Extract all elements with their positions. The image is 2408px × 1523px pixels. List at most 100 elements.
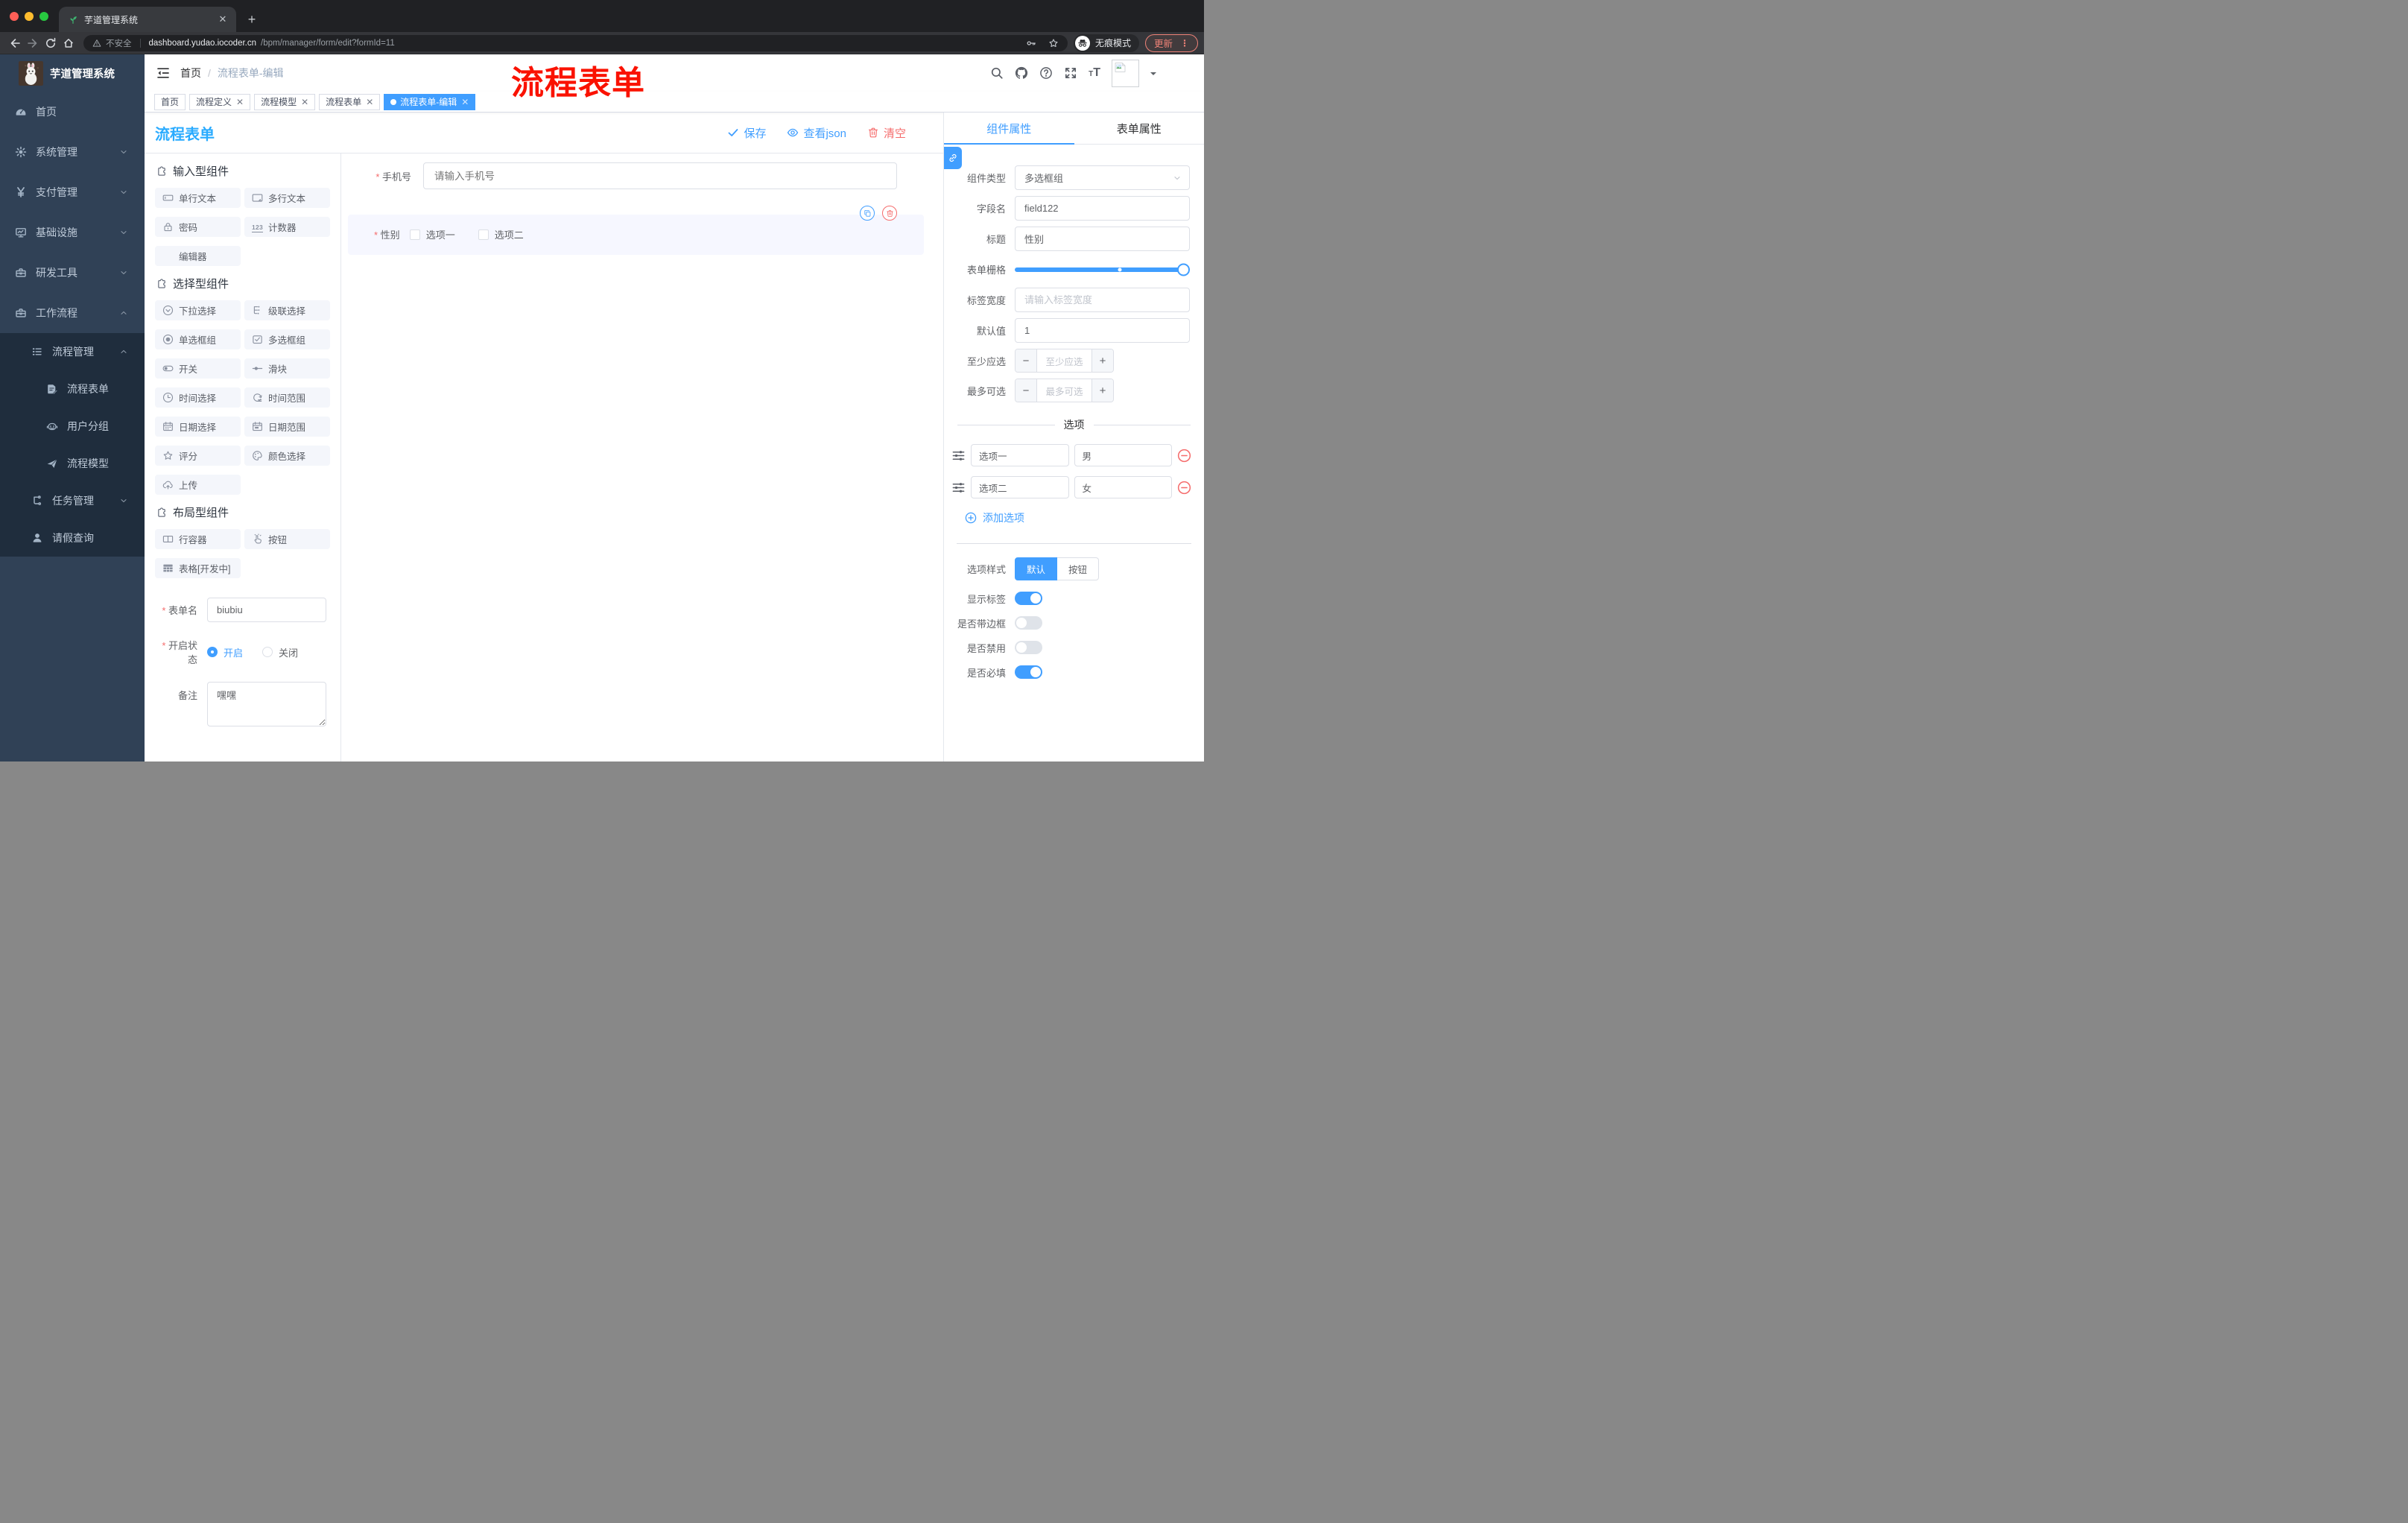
- back-icon[interactable]: [6, 34, 24, 52]
- maximize-window-button[interactable]: [39, 11, 48, 21]
- toggle-show-label[interactable]: [1015, 592, 1042, 605]
- link-tag-button[interactable]: [944, 147, 962, 169]
- remove-option-icon[interactable]: [1177, 481, 1191, 495]
- slider-handle[interactable]: [1177, 263, 1190, 276]
- minus-button[interactable]: −: [1016, 379, 1037, 402]
- toggle-disabled[interactable]: [1015, 641, 1042, 654]
- plus-button[interactable]: +: [1091, 379, 1113, 402]
- palette-item-评分[interactable]: 评分: [155, 446, 241, 466]
- palette-item-开关[interactable]: 开关: [155, 358, 241, 379]
- tag-close-icon[interactable]: ✕: [236, 98, 244, 107]
- palette-item-计数器[interactable]: 123 计数器: [244, 217, 330, 237]
- search-icon[interactable]: [990, 66, 1004, 80]
- sidebar-logo[interactable]: 芋道管理系统: [0, 54, 145, 92]
- help-icon[interactable]: [1039, 66, 1053, 80]
- tag-close-icon[interactable]: ✕: [301, 98, 308, 107]
- sidebar-item-devtools[interactable]: 研发工具: [0, 253, 145, 293]
- palette-item-编辑器[interactable]: 编辑器: [155, 246, 241, 266]
- title-input[interactable]: [1015, 227, 1190, 251]
- sidebar-item-infra[interactable]: 基础设施: [0, 212, 145, 253]
- palette-item-多行文本[interactable]: 多行文本: [244, 188, 330, 208]
- palette-item-时间范围[interactable]: 时间范围: [244, 387, 330, 408]
- form-remark-textarea[interactable]: 嘿嘿: [207, 682, 326, 726]
- home-icon[interactable]: [60, 34, 77, 52]
- tag-close-icon[interactable]: ✕: [366, 98, 373, 107]
- phone-field-row[interactable]: 手机号: [341, 162, 943, 189]
- palette-item-日期范围[interactable]: 日期范围: [244, 417, 330, 437]
- fullscreen-icon[interactable]: [1064, 66, 1077, 80]
- option-value-input[interactable]: [1074, 476, 1172, 498]
- clear-button[interactable]: 清空: [867, 125, 906, 141]
- breadcrumb-home[interactable]: 首页: [180, 66, 201, 80]
- drag-handle-icon[interactable]: [951, 481, 966, 495]
- sidebar-item-process-form[interactable]: 流程表单: [0, 370, 145, 408]
- tag-流程表单-编辑[interactable]: 流程表单-编辑 ✕: [384, 93, 476, 110]
- palette-item-单行文本[interactable]: 单行文本: [155, 188, 241, 208]
- toggle-with-border[interactable]: [1015, 616, 1042, 630]
- phone-field-input[interactable]: [423, 162, 897, 189]
- form-grid-slider[interactable]: [1015, 263, 1190, 276]
- tab-close-icon[interactable]: ✕: [217, 13, 229, 25]
- forward-icon[interactable]: [24, 34, 42, 52]
- default-value-input[interactable]: [1015, 318, 1190, 343]
- sidebar-item-user-group[interactable]: 用户分组: [0, 408, 145, 445]
- palette-item-单选框组[interactable]: 单选框组: [155, 329, 241, 349]
- address-bar[interactable]: 不安全 dashboard.yudao.iocoder.cn/bpm/manag…: [83, 34, 1068, 51]
- key-icon[interactable]: [1026, 38, 1036, 48]
- remove-option-icon[interactable]: [1177, 449, 1191, 463]
- option-label-input[interactable]: [971, 444, 1069, 466]
- copy-component-button[interactable]: [860, 206, 875, 221]
- sidebar-item-process-mgmt[interactable]: 流程管理: [0, 333, 145, 370]
- style-button-button[interactable]: 按钮: [1057, 557, 1100, 580]
- font-size-icon[interactable]: TT: [1089, 67, 1100, 79]
- github-icon[interactable]: [1015, 66, 1028, 80]
- minus-button[interactable]: −: [1016, 349, 1037, 372]
- selected-component-panel[interactable]: 性别 选项一 选项二: [348, 206, 924, 255]
- palette-item-行容器[interactable]: 行容器: [155, 529, 241, 549]
- bookmark-star-icon[interactable]: [1048, 38, 1059, 48]
- tag-流程表单[interactable]: 流程表单 ✕: [319, 93, 381, 110]
- style-default-button[interactable]: 默认: [1015, 557, 1058, 580]
- new-tab-button[interactable]: +: [242, 10, 262, 29]
- delete-component-button[interactable]: [882, 206, 897, 221]
- browser-tab[interactable]: 芋道管理系统 ✕: [59, 7, 236, 32]
- avatar[interactable]: [1112, 59, 1139, 87]
- view-json-button[interactable]: 查看json: [787, 125, 846, 141]
- tag-close-icon[interactable]: ✕: [461, 98, 469, 107]
- gender-option2-checkbox[interactable]: 选项二: [478, 227, 524, 241]
- sidebar-item-task-mgmt[interactable]: 任务管理: [0, 482, 145, 519]
- palette-item-表格[开发中][interactable]: 表格[开发中]: [155, 558, 241, 578]
- sidebar-item-system[interactable]: 系统管理: [0, 132, 145, 172]
- palette-item-上传[interactable]: 上传: [155, 475, 241, 495]
- palette-item-级联选择[interactable]: 级联选择: [244, 300, 330, 320]
- field-name-input[interactable]: [1015, 196, 1190, 221]
- label-width-input[interactable]: [1015, 288, 1190, 312]
- sidebar-item-workflow[interactable]: 工作流程: [0, 293, 145, 333]
- browser-update-button[interactable]: 更新 ⋮: [1144, 34, 1198, 52]
- tag-流程定义[interactable]: 流程定义 ✕: [189, 93, 251, 110]
- palette-item-滑块[interactable]: 滑块: [244, 358, 330, 379]
- sidebar-item-process-model[interactable]: 流程模型: [0, 445, 145, 482]
- status-off-radio[interactable]: 关闭: [262, 645, 298, 659]
- option-label-input[interactable]: [971, 476, 1069, 498]
- toggle-required[interactable]: [1015, 665, 1042, 679]
- palette-item-多选框组[interactable]: 多选框组: [244, 329, 330, 349]
- browser-menu-icon[interactable]: ⋮: [1180, 38, 1189, 48]
- component-type-select[interactable]: 多选框组: [1015, 165, 1190, 190]
- minimize-window-button[interactable]: [25, 11, 34, 21]
- tag-首页[interactable]: 首页: [154, 93, 186, 110]
- palette-item-下拉选择[interactable]: 下拉选择: [155, 300, 241, 320]
- add-option-button[interactable]: 添加选项: [965, 510, 1204, 525]
- form-name-input[interactable]: [207, 598, 326, 622]
- tab-component-props[interactable]: 组件属性: [944, 113, 1074, 145]
- palette-item-按钮[interactable]: 按钮: [244, 529, 330, 549]
- close-window-button[interactable]: [10, 11, 19, 21]
- status-on-radio[interactable]: 开启: [207, 645, 243, 659]
- avatar-caret-down-icon[interactable]: [1150, 72, 1156, 78]
- palette-item-时间选择[interactable]: 时间选择: [155, 387, 241, 408]
- sidebar-item-payment[interactable]: 支付管理: [0, 172, 145, 212]
- drag-handle-icon[interactable]: [951, 449, 966, 463]
- gender-option1-checkbox[interactable]: 选项一: [409, 227, 455, 241]
- plus-button[interactable]: +: [1091, 349, 1113, 372]
- reload-icon[interactable]: [42, 34, 60, 52]
